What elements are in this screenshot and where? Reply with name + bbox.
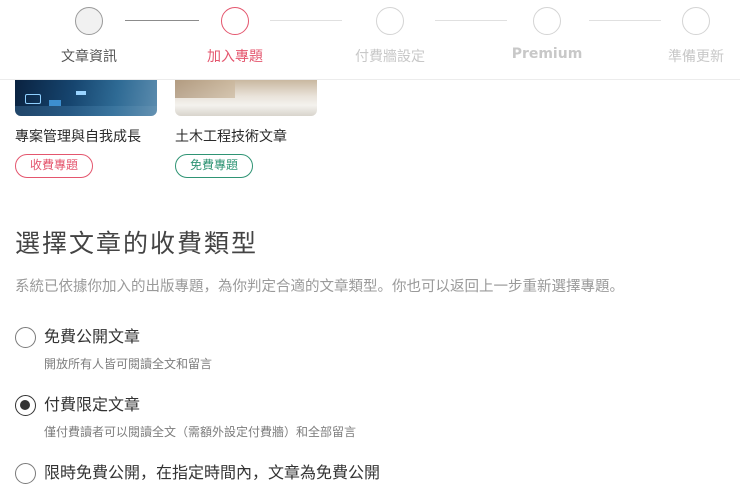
- step-circle: [75, 7, 103, 35]
- option-description: 開放所有人皆可閱讀全文和留言: [44, 357, 213, 371]
- option-label: 限時免費公開，在指定時間內，文章為免費公開: [44, 463, 381, 482]
- step-label: 付費牆設定: [355, 49, 425, 65]
- radio-button[interactable]: [15, 327, 36, 348]
- step-label: 準備更新: [668, 49, 724, 65]
- option-paid-only[interactable]: 付費限定文章 僅付費讀者可以閱讀全文（需額外設定付費牆）和全部留言: [15, 395, 515, 441]
- topic-title: 土木工程技術文章: [175, 129, 287, 145]
- option-limited-free[interactable]: 限時免費公開，在指定時間內，文章為免費公開: [15, 463, 515, 487]
- section-title: 選擇文章的收費類型: [15, 229, 259, 258]
- topic-thumbnail: [175, 80, 317, 116]
- topic-title: 專案管理與自我成長: [15, 129, 141, 145]
- step-circle: [682, 7, 710, 35]
- step-paywall-settings[interactable]: 付費牆設定: [330, 0, 450, 80]
- step-circle: [221, 7, 249, 35]
- option-label: 付費限定文章: [44, 395, 141, 414]
- step-label: Premium: [511, 46, 583, 62]
- step-join-topic[interactable]: 加入專題: [175, 0, 295, 80]
- step-article-info[interactable]: 文章資訊: [29, 0, 149, 80]
- radio-button-checked[interactable]: [15, 395, 36, 416]
- section-description: 系統已依據你加入的出版專題，為你判定合適的文章類型。你也可以返回上一步重新選擇專…: [15, 279, 624, 295]
- paid-topic-badge: 收費專題: [15, 154, 94, 178]
- step-circle: [533, 7, 561, 35]
- step-circle: [376, 7, 404, 35]
- step-label: 文章資訊: [61, 49, 117, 65]
- free-topic-badge: 免費專題: [175, 154, 254, 178]
- progress-stepper: 文章資訊 加入專題 付費牆設定 Premium 準備更新: [0, 0, 740, 80]
- option-label: 免費公開文章: [44, 327, 141, 346]
- step-premium[interactable]: Premium: [487, 0, 607, 80]
- radio-button[interactable]: [15, 463, 36, 484]
- topic-thumbnail: [15, 80, 157, 116]
- topic-cards: 專案管理與自我成長 收費專題 土木工程技術文章 免費專題: [0, 80, 740, 180]
- topic-card[interactable]: 土木工程技術文章 免費專題: [175, 80, 317, 178]
- option-free-public[interactable]: 免費公開文章 開放所有人皆可閱讀全文和留言: [15, 327, 515, 373]
- step-label: 加入專題: [207, 49, 263, 65]
- option-description: 僅付費讀者可以閱讀全文（需額外設定付費牆）和全部留言: [44, 425, 357, 439]
- step-ready-to-update[interactable]: 準備更新: [636, 0, 740, 80]
- topic-card[interactable]: 專案管理與自我成長 收費專題: [15, 80, 157, 178]
